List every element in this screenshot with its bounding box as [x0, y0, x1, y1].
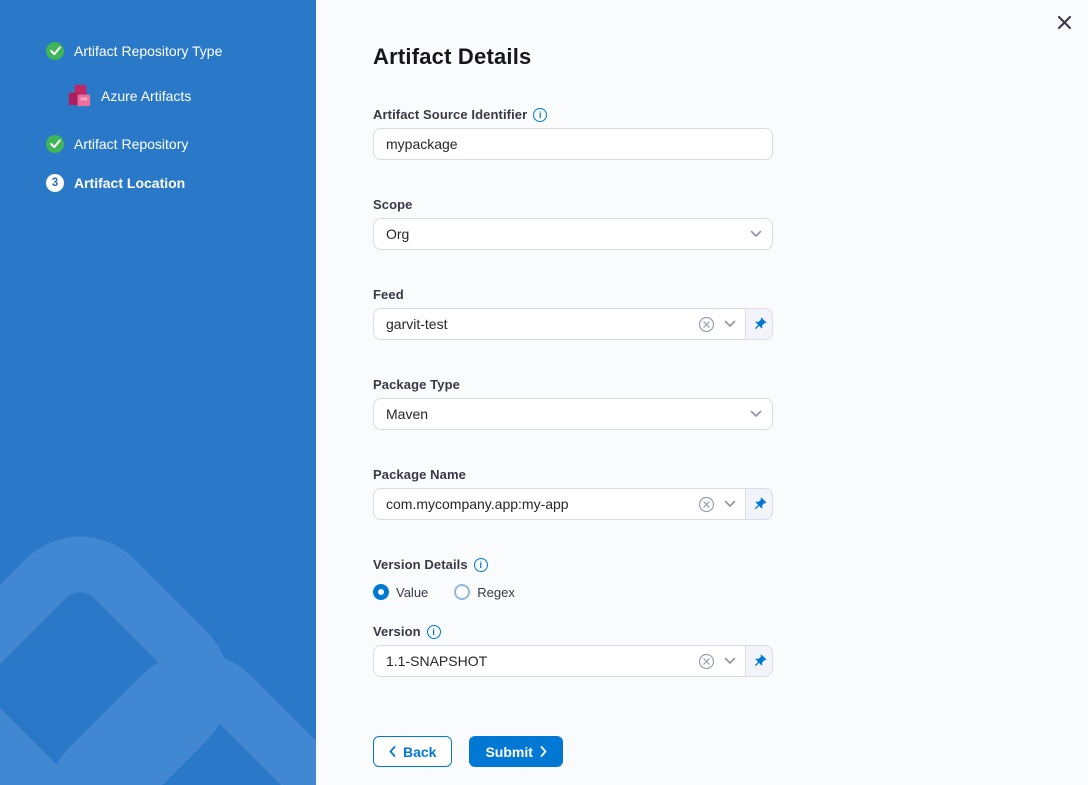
step-label: Artifact Repository: [74, 136, 188, 152]
package-type-value: Maven: [386, 406, 428, 422]
artifact-details-form: Artifact Source Identifier i Scope Org: [373, 107, 773, 767]
feed-value: garvit-test: [386, 316, 689, 332]
scope-value: Org: [386, 226, 409, 242]
sidebar-step-artifact-repository-type[interactable]: Artifact Repository Type: [0, 42, 316, 60]
version-combobox: 1.1-SNAPSHOT: [373, 645, 773, 677]
field-label: Package Name: [373, 467, 466, 482]
step-complete-check-icon: [46, 135, 64, 153]
field-package-type: Package Type Maven: [373, 377, 773, 430]
field-version-details: Version Details i Value Regex: [373, 557, 773, 600]
step-label: Artifact Repository Type: [74, 43, 222, 59]
submit-button[interactable]: Submit: [469, 736, 562, 767]
sidebar-step-artifact-location[interactable]: 3 Artifact Location: [0, 174, 316, 192]
chevron-down-icon[interactable]: [724, 320, 736, 328]
clear-icon[interactable]: [698, 316, 715, 333]
field-label: Scope: [373, 197, 413, 212]
chevron-left-icon: [389, 746, 396, 757]
step-label: Artifact Location: [74, 175, 185, 191]
chevron-down-icon: [750, 410, 762, 418]
field-label: Artifact Source Identifier: [373, 107, 527, 122]
package-name-combobox: com.mycompany.app:my-app: [373, 488, 773, 520]
artifact-source-identifier-input[interactable]: [373, 128, 773, 160]
submit-button-label: Submit: [485, 744, 532, 760]
substep-label: Azure Artifacts: [101, 88, 191, 104]
wizard-dialog: Artifact Repository Type Azure Artifacts…: [0, 0, 1088, 785]
azure-artifacts-icon: [66, 83, 93, 110]
chevron-down-icon[interactable]: [724, 657, 736, 665]
pin-button[interactable]: [745, 646, 772, 676]
feed-select[interactable]: garvit-test: [374, 309, 745, 339]
version-select[interactable]: 1.1-SNAPSHOT: [374, 646, 745, 676]
back-button[interactable]: Back: [373, 736, 452, 767]
close-icon[interactable]: [1054, 12, 1074, 32]
chevron-down-icon[interactable]: [724, 500, 736, 508]
field-feed: Feed garvit-test: [373, 287, 773, 340]
step-number-badge: 3: [46, 174, 64, 192]
sidebar-step-artifact-repository[interactable]: Artifact Repository: [0, 135, 316, 153]
radio-option-value[interactable]: Value: [373, 584, 428, 600]
pin-button[interactable]: [745, 489, 772, 519]
field-label: Feed: [373, 287, 404, 302]
back-button-label: Back: [403, 744, 436, 760]
form-footer: Back Submit: [373, 736, 773, 767]
step-complete-check-icon: [46, 42, 64, 60]
sidebar-substep-azure-artifacts[interactable]: Azure Artifacts: [66, 81, 316, 111]
field-package-name: Package Name com.mycompany.app:my-app: [373, 467, 773, 520]
scope-select[interactable]: Org: [373, 218, 773, 250]
field-scope: Scope Org: [373, 197, 773, 250]
pin-button[interactable]: [745, 309, 772, 339]
version-value: 1.1-SNAPSHOT: [386, 653, 689, 669]
info-icon[interactable]: i: [533, 108, 547, 122]
package-type-select[interactable]: Maven: [373, 398, 773, 430]
clear-icon[interactable]: [698, 653, 715, 670]
harness-logo-watermark: [0, 385, 316, 785]
wizard-sidebar: Artifact Repository Type Azure Artifacts…: [0, 0, 316, 785]
radio-unselected-icon: [454, 584, 470, 600]
field-label: Version Details: [373, 557, 468, 572]
radio-label: Regex: [477, 585, 515, 600]
field-version: Version i 1.1-SNAPSHOT: [373, 624, 773, 677]
package-name-select[interactable]: com.mycompany.app:my-app: [374, 489, 745, 519]
chevron-down-icon: [750, 230, 762, 238]
package-name-value: com.mycompany.app:my-app: [386, 496, 689, 512]
clear-icon[interactable]: [698, 496, 715, 513]
field-artifact-source-identifier: Artifact Source Identifier i: [373, 107, 773, 160]
artifact-details-panel: Artifact Details Artifact Source Identif…: [316, 0, 1088, 785]
version-details-radio-group: Value Regex: [373, 584, 773, 600]
radio-option-regex[interactable]: Regex: [454, 584, 515, 600]
page-title: Artifact Details: [373, 44, 1088, 70]
radio-label: Value: [396, 585, 428, 600]
radio-selected-icon: [373, 584, 389, 600]
chevron-right-icon: [540, 746, 547, 757]
field-label: Version: [373, 624, 421, 639]
feed-combobox: garvit-test: [373, 308, 773, 340]
field-label: Package Type: [373, 377, 460, 392]
step-number: 3: [52, 177, 58, 189]
info-icon[interactable]: i: [474, 558, 488, 572]
info-icon[interactable]: i: [427, 625, 441, 639]
